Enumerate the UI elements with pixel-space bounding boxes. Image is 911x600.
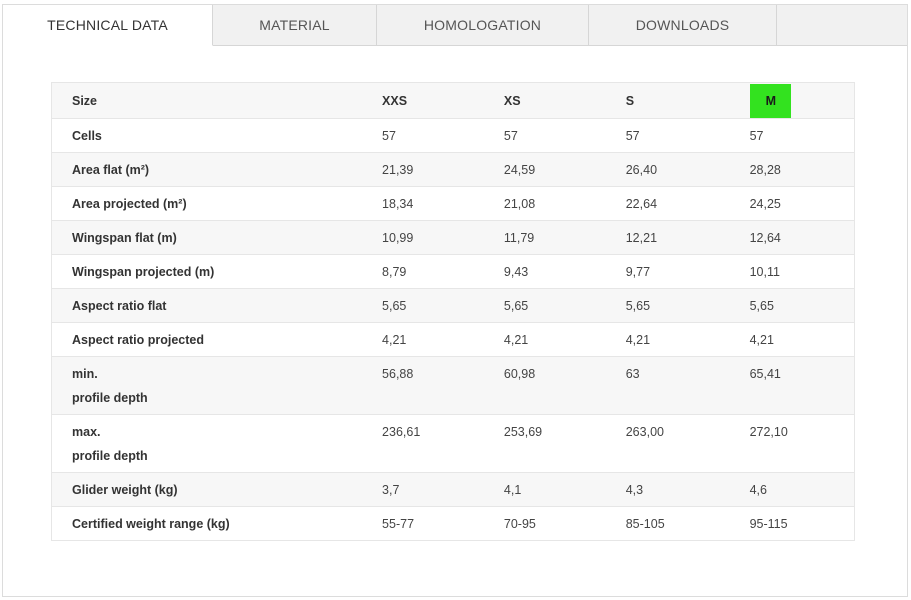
cell-value: 21,39 bbox=[382, 163, 414, 177]
cell-value: 9,43 bbox=[503, 265, 529, 279]
cell-value: 57 bbox=[382, 129, 396, 143]
cell-value: 12,21 bbox=[625, 231, 658, 245]
cell-value: 12,64 bbox=[749, 231, 781, 245]
cell-value: 4,21 bbox=[625, 333, 651, 347]
row-label: Area projected (m²) bbox=[72, 197, 187, 211]
cell-value: 4,21 bbox=[503, 333, 529, 347]
cell-value: 26,40 bbox=[625, 163, 658, 177]
cell-value: 24,25 bbox=[749, 197, 781, 211]
cell-value: 55-77 bbox=[382, 517, 415, 531]
table-row: Aspect ratio flat 5,65 5,65 5,65 5,65 bbox=[51, 288, 855, 323]
tab-technical-data[interactable]: TECHNICAL DATA bbox=[3, 5, 213, 46]
size-s[interactable]: S bbox=[626, 83, 750, 113]
cell-value: 5,65 bbox=[382, 299, 407, 313]
size-xxs[interactable]: XXS bbox=[382, 83, 504, 113]
cell-value: 11,79 bbox=[503, 231, 535, 245]
table-row: Wingspan projected (m) 8,79 9,43 9,77 10… bbox=[51, 254, 855, 289]
row-label-line: max. bbox=[72, 425, 101, 439]
cell-value: 10,11 bbox=[749, 265, 780, 279]
table-row: Area flat (m²) 21,39 24,59 26,40 28,28 bbox=[51, 152, 855, 187]
row-label: Wingspan projected (m) bbox=[72, 265, 215, 279]
row-label: Cells bbox=[72, 129, 102, 143]
tab-homologation[interactable]: HOMOLOGATION bbox=[377, 5, 589, 46]
cell-value: 4,21 bbox=[382, 333, 407, 347]
cell-value: 3,7 bbox=[382, 483, 400, 497]
cell-value: 4,3 bbox=[625, 483, 644, 497]
table-row: Area projected (m²) 18,34 21,08 22,64 24… bbox=[51, 186, 855, 221]
cell-value: 65,41 bbox=[749, 367, 781, 381]
cell-value: 57 bbox=[503, 129, 518, 143]
cell-value: 10,99 bbox=[382, 231, 414, 245]
cell-value: 28,28 bbox=[749, 163, 781, 177]
table-row: Certified weight range (kg) 55-77 70-95 … bbox=[51, 506, 855, 541]
table-header-row: Size XXS XS S M bbox=[51, 82, 855, 119]
cell-value: 4,6 bbox=[749, 483, 767, 497]
size-m-highlighted[interactable]: M bbox=[749, 84, 791, 118]
tab-bar-filler bbox=[777, 5, 907, 46]
cell-value: 4,1 bbox=[503, 483, 522, 497]
row-label: Aspect ratio flat bbox=[72, 299, 167, 313]
row-label-line: profile depth bbox=[72, 391, 148, 405]
table-row: max. profile depth 236,61 253,69 263,00 2… bbox=[51, 414, 855, 473]
row-label: Aspect ratio projected bbox=[72, 333, 204, 347]
cell-value: 21,08 bbox=[503, 197, 536, 211]
row-label: Certified weight range (kg) bbox=[72, 517, 230, 531]
cell-value: 85-105 bbox=[625, 517, 665, 531]
cell-value: 24,59 bbox=[503, 163, 536, 177]
row-label: Glider weight (kg) bbox=[72, 483, 178, 497]
cell-value: 8,79 bbox=[382, 265, 407, 279]
cell-value: 70-95 bbox=[503, 517, 536, 531]
size-xs[interactable]: XS bbox=[504, 83, 626, 113]
tab-material[interactable]: MATERIAL bbox=[213, 5, 377, 46]
cell-value: 22,64 bbox=[625, 197, 658, 211]
tab-bar: TECHNICAL DATA MATERIAL HOMOLOGATION DOW… bbox=[3, 5, 907, 46]
technical-data-table: Size XXS XS S M Cells 57 57 57 57 Area f… bbox=[51, 82, 855, 541]
cell-value: 60,98 bbox=[503, 367, 536, 381]
row-label: max. profile depth bbox=[52, 415, 382, 468]
cell-value: 57 bbox=[749, 129, 764, 143]
cell-value: 272,10 bbox=[749, 425, 788, 439]
row-label: Wingspan flat (m) bbox=[72, 231, 177, 245]
cell-value: 5,65 bbox=[625, 299, 651, 313]
cell-value: 236,61 bbox=[382, 425, 421, 439]
cell-value: 263,00 bbox=[625, 425, 664, 439]
cell-value: 56,88 bbox=[382, 367, 414, 381]
row-label: min. profile depth bbox=[52, 357, 382, 410]
row-label-line: min. bbox=[72, 367, 98, 381]
table-row: Aspect ratio projected 4,21 4,21 4,21 4,… bbox=[51, 322, 855, 357]
size-header-label: Size bbox=[72, 94, 98, 108]
cell-value: 253,69 bbox=[503, 425, 543, 439]
cell-value: 18,34 bbox=[382, 197, 414, 211]
cell-value: 4,21 bbox=[749, 333, 774, 347]
cell-value: 57 bbox=[625, 129, 640, 143]
row-label: Area flat (m²) bbox=[72, 163, 150, 177]
table-row: Wingspan flat (m) 10,99 11,79 12,21 12,6… bbox=[51, 220, 855, 255]
cell-value: 5,65 bbox=[503, 299, 529, 313]
table-row: min. profile depth 56,88 60,98 63 65,41 bbox=[51, 356, 855, 415]
cell-value: 5,65 bbox=[749, 299, 774, 313]
table-row: Cells 57 57 57 57 bbox=[51, 118, 855, 153]
table-row: Glider weight (kg) 3,7 4,1 4,3 4,6 bbox=[51, 472, 855, 507]
row-label-line: profile depth bbox=[72, 449, 148, 463]
cell-value: 63 bbox=[625, 367, 640, 381]
tab-downloads[interactable]: DOWNLOADS bbox=[589, 5, 777, 46]
cell-value: 95-115 bbox=[749, 517, 788, 531]
cell-value: 9,77 bbox=[625, 265, 651, 279]
